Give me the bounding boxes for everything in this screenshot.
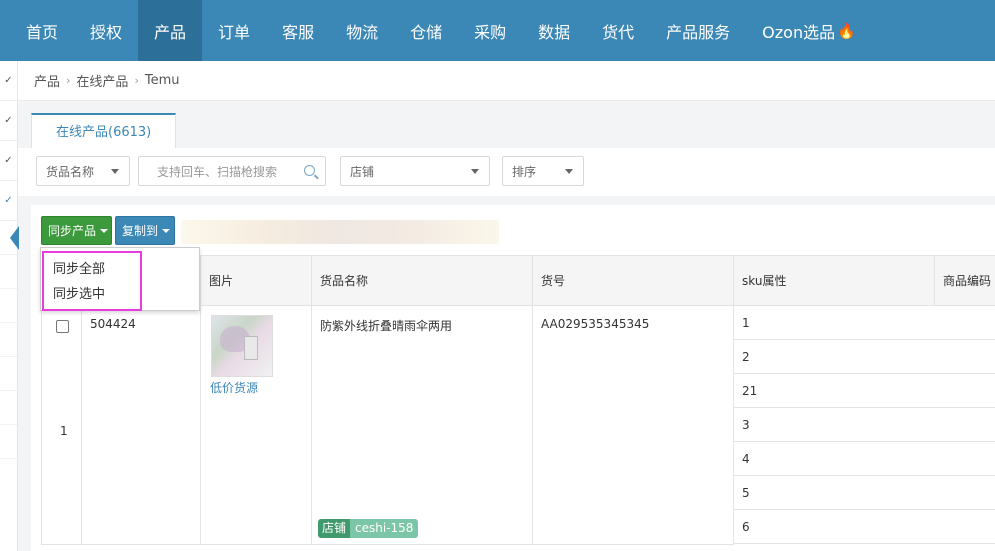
nav-item-logistics[interactable]: 物流 [330,0,394,61]
copy-to-button[interactable]: 复制到 [115,216,175,245]
blurred-toolbar-area [181,220,499,244]
filter-bar: 货品名称 支持回车、扫描枪搜索 店铺 排序 [18,148,995,196]
sidebar-item[interactable] [0,323,17,357]
sync-products-button[interactable]: 同步产品 [41,216,112,245]
breadcrumb-item-temu: Temu [144,73,180,88]
nav-item-orders[interactable]: 订单 [202,0,266,61]
row-index: 1 [60,424,68,438]
nav-item-service[interactable]: 客服 [266,0,330,61]
low-price-source-link[interactable]: 低价货源 [210,379,258,396]
nav-item-data[interactable]: 数据 [522,0,586,61]
sku-row: 2 [734,340,995,374]
sort-select-label: 排序 [512,164,537,179]
nav-item-product-service[interactable]: 产品服务 [650,0,746,61]
sku-row: 3 [734,408,995,442]
sync-products-label: 同步产品 [48,224,97,238]
column-header-sku: sku属性 [733,256,934,306]
search-input[interactable]: 支持回车、扫描枪搜索 [138,156,326,186]
chevron-down-icon[interactable]: ✓ [0,141,17,181]
column-header-image: 图片 [200,256,311,306]
product-item-no: AA029535345345 [541,317,650,331]
product-thumbnail[interactable] [211,315,273,377]
sku-row: 21 [734,374,995,408]
field-select-label: 货品名称 [46,164,95,179]
caret-down-icon [565,169,573,174]
table-cell-name: 防紫外线折叠晴雨伞两用 店铺 ceshi-158 [311,306,532,545]
sidebar-item[interactable] [0,289,17,323]
column-header-name: 货品名称 [311,256,532,306]
sku-row: 5 [734,476,995,510]
product-name: 防紫外线折叠晴雨伞两用 [320,319,453,333]
table-cell-image: 低价货源 [200,306,311,545]
shop-select-label: 店铺 [350,164,375,179]
nav-item-ozon-label: Ozon选品 [762,22,836,42]
table-body: 1 504424 低价货源 防紫外线折叠晴雨伞两用 店铺 ceshi-158 A… [41,306,995,549]
nav-item-freight[interactable]: 货代 [586,0,650,61]
content-area: 在线产品(6613) 货品名称 支持回车、扫描枪搜索 店铺 排序 同步产品 复制… [18,101,995,551]
caret-down-icon [471,169,479,174]
sidebar-item[interactable] [0,255,17,289]
caret-down-icon [162,228,171,233]
column-header-item-no: 货号 [532,256,733,306]
left-sidebar: ✓ ✓ ✓ ✓ [0,61,18,551]
shop-tag-key: 店铺 [318,519,351,538]
chevron-down-icon[interactable]: ✓ [0,181,17,221]
search-placeholder: 支持回车、扫描枪搜索 [157,164,278,179]
sort-select[interactable]: 排序 [502,156,584,186]
sidebar-item[interactable] [0,391,17,425]
chevron-right-icon: › [134,74,139,87]
shop-select[interactable]: 店铺 [340,156,490,186]
menu-item-sync-selected[interactable]: 同步选中 [53,283,105,302]
nav-item-purchase[interactable]: 采购 [458,0,522,61]
menu-item-sync-all[interactable]: 同步全部 [53,258,105,277]
chevron-down-icon[interactable]: ✓ [0,61,17,101]
product-panel: 同步产品 复制到 图片 货品名称 货号 sku属性 商品编码 1 504424 … [31,205,995,551]
table-cell-select: 1 [41,306,81,545]
nav-item-home[interactable]: 首页 [10,0,74,61]
breadcrumb: 产品 › 在线产品 › Temu [18,61,995,101]
active-indicator-icon [10,226,19,250]
sidebar-item[interactable] [0,357,17,391]
fire-icon: 🔥 [837,21,856,40]
caret-down-icon [111,169,119,174]
shop-tag-value: ceshi-158 [350,519,419,538]
sku-row: 6 [734,510,995,544]
search-icon[interactable] [304,165,315,176]
breadcrumb-item-products[interactable]: 产品 [34,71,60,90]
sync-dropdown-menu: 同步全部 同步选中 [40,247,200,311]
nav-item-auth[interactable]: 授权 [74,0,138,61]
table-cell-sku: 1 2 21 3 4 5 6 [733,306,995,545]
table-cell-item-no: AA029535345345 [532,306,733,545]
product-id: 504424 [90,317,136,331]
caret-down-icon [100,228,109,233]
table-cell-id: 504424 [81,306,200,545]
chevron-down-icon[interactable]: ✓ [0,101,17,141]
nav-item-ozon[interactable]: Ozon选品 🔥 [746,0,872,61]
tab-bar: 在线产品(6613) [31,113,177,149]
breadcrumb-item-online[interactable]: 在线产品 [76,71,128,90]
copy-to-label: 复制到 [122,224,159,238]
shop-tag: 店铺 ceshi-158 [318,519,419,538]
sku-row: 4 [734,442,995,476]
column-header-code: 商品编码 [934,256,995,306]
sidebar-item[interactable] [0,425,17,459]
chevron-right-icon: › [66,74,71,87]
top-nav: 首页 授权 产品 订单 客服 物流 仓储 采购 数据 货代 产品服务 Ozon选… [0,0,995,61]
nav-item-products[interactable]: 产品 [138,0,203,61]
field-select[interactable]: 货品名称 [36,156,130,186]
nav-item-warehouse[interactable]: 仓储 [394,0,458,61]
sku-row: 1 [734,306,995,340]
tab-online-products[interactable]: 在线产品(6613) [31,113,177,149]
row-checkbox[interactable] [56,320,69,333]
